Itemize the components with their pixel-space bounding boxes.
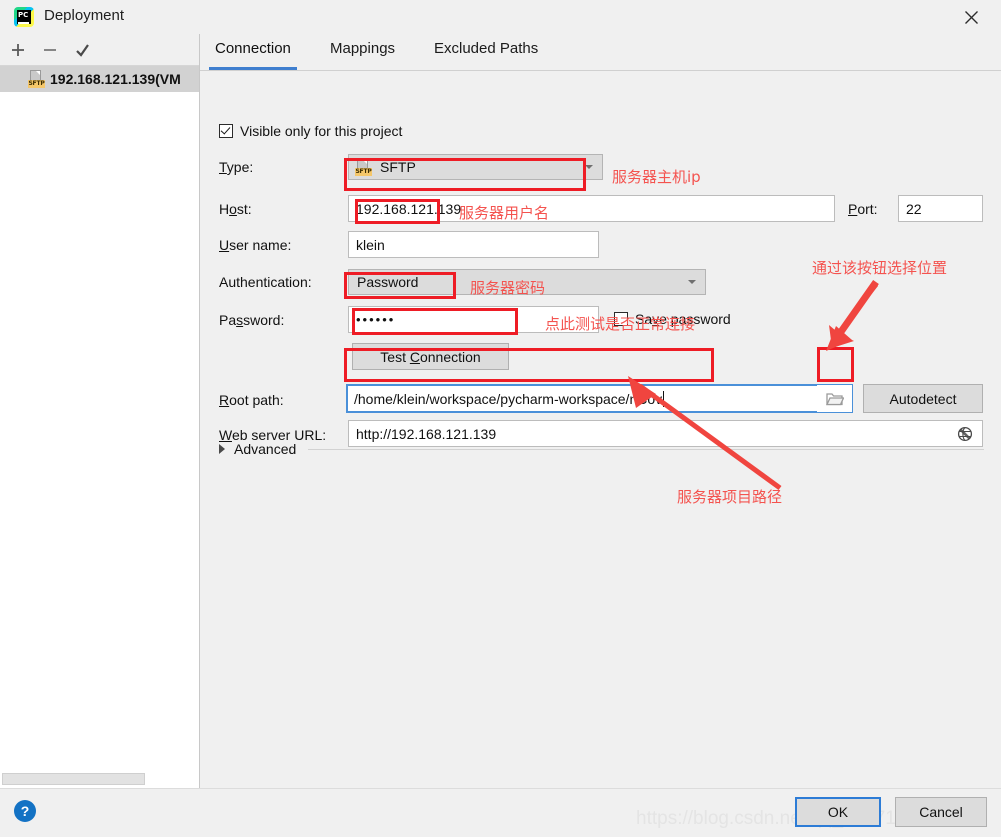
host-value: 192.168.121.139 [356, 200, 462, 217]
tab-excluded-paths[interactable]: Excluded Paths [428, 40, 544, 70]
minus-icon [44, 49, 56, 51]
sidebar-horizontal-scrollbar[interactable] [2, 772, 197, 786]
connection-panel: Connection Mappings Excluded Paths Visib… [200, 34, 1001, 788]
password-value: •••••• [356, 312, 396, 327]
tab-mappings[interactable]: Mappings [324, 40, 401, 70]
add-server-button[interactable] [6, 38, 30, 62]
autodetect-button[interactable]: Autodetect [863, 384, 983, 413]
ok-label: OK [827, 804, 849, 820]
type-combo[interactable]: SFTP SFTP [348, 154, 603, 180]
advanced-section-toggle[interactable]: Advanced [219, 438, 984, 460]
authentication-combo[interactable]: Password [348, 269, 706, 295]
username-label: User name: [219, 237, 292, 253]
scrollbar-thumb[interactable] [2, 773, 145, 785]
title-bar: PC Deployment [0, 0, 1001, 34]
username-value: klein [356, 236, 385, 253]
port-input[interactable]: 22 [898, 195, 983, 222]
host-input[interactable]: 192.168.121.139 [348, 195, 835, 222]
browse-folder-button[interactable] [817, 384, 853, 413]
host-label: Host: [219, 201, 252, 217]
window-title: Deployment [44, 7, 125, 24]
save-password-checkbox[interactable]: Save password [614, 311, 731, 327]
list-item[interactable]: SFTP 192.168.121.139(VM [0, 66, 199, 92]
visible-only-checkbox[interactable]: Visible only for this project [219, 123, 402, 139]
authentication-value: Password [357, 274, 419, 290]
ok-button[interactable]: OK [795, 797, 881, 827]
autodetect-label: Autodetect [889, 390, 957, 407]
root-path-label: Root path: [219, 392, 284, 408]
password-input[interactable]: •••••• [348, 306, 599, 333]
test-connection-button[interactable]: Test Connection [352, 343, 509, 370]
sidebar-toolbar [0, 34, 199, 66]
checkbox-box [219, 124, 233, 138]
folder-icon [825, 392, 844, 405]
divider [308, 448, 984, 450]
type-sftp-icon: SFTP [355, 158, 372, 176]
root-path-input[interactable]: /home/klein/workspace/pycharm-workspace/… [346, 384, 853, 413]
set-default-server-button[interactable] [70, 38, 94, 62]
advanced-label: Advanced [234, 441, 297, 457]
close-glyph [964, 10, 978, 24]
deployment-dialog: PC Deployment SFTP 192.168.121.139(VM Co… [0, 0, 1001, 837]
password-label: Password: [219, 312, 285, 328]
plus-icon [12, 44, 24, 56]
tab-connection[interactable]: Connection [209, 40, 297, 70]
visible-only-label: Visible only for this project [240, 123, 403, 139]
check-icon [75, 43, 89, 57]
type-label: Type: [219, 159, 254, 175]
type-sftp-icon-label: SFTP [355, 168, 372, 176]
checkbox-box [614, 312, 628, 326]
cancel-button[interactable]: Cancel [895, 797, 987, 827]
authentication-label: Authentication: [219, 274, 312, 290]
remove-server-button[interactable] [38, 38, 62, 62]
chevron-right-icon [219, 444, 225, 454]
close-icon[interactable] [949, 0, 993, 34]
sftp-icon-label: SFTP [28, 80, 45, 88]
save-password-label: Save password [635, 311, 731, 327]
port-value: 22 [906, 200, 922, 217]
port-label: Port: [848, 201, 878, 217]
list-item-label: 192.168.121.139(VM [50, 71, 181, 87]
chevron-down-icon [585, 165, 593, 170]
pycharm-logo-text: PC [18, 11, 29, 19]
test-connection-label: Test Connection [380, 348, 481, 365]
tab-bar: Connection Mappings Excluded Paths [200, 34, 1001, 71]
help-button[interactable]: ? [14, 800, 36, 822]
chevron-down-icon [688, 280, 696, 285]
cancel-label: Cancel [919, 804, 963, 820]
type-value: SFTP [380, 159, 416, 175]
server-list: SFTP 192.168.121.139(VM [0, 66, 199, 768]
username-input[interactable]: klein [348, 231, 599, 258]
sftp-icon: SFTP [28, 70, 45, 88]
root-path-value: /home/klein/workspace/pycharm-workspace/… [354, 390, 663, 407]
pycharm-logo-icon: PC [14, 7, 34, 27]
server-sidebar: SFTP 192.168.121.139(VM [0, 34, 200, 788]
